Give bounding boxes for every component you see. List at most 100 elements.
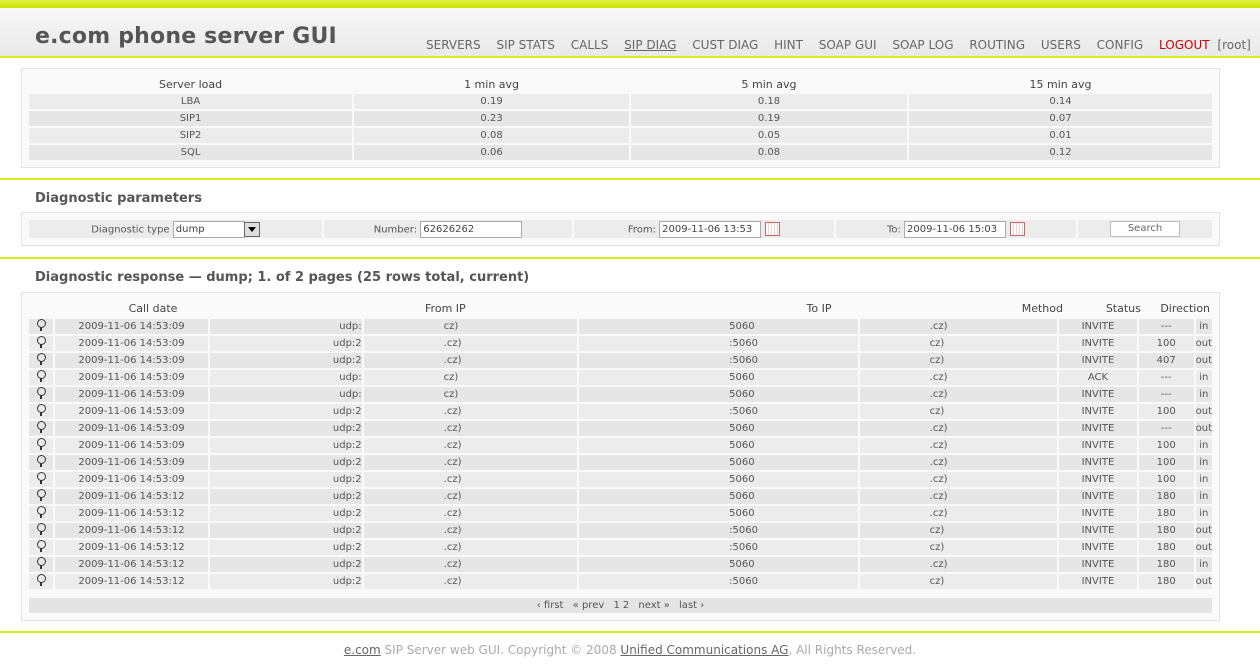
to-ip-port: :5060 <box>579 353 858 368</box>
detail-cell[interactable] <box>29 472 53 487</box>
call-date: 2009-11-06 14:53:09 <box>54 421 209 436</box>
detail-cell[interactable] <box>29 404 53 419</box>
table-row: 2009-11-06 14:53:09 udp:2 .cz) 5060 .cz) INVI… <box>29 472 1212 487</box>
lightbulb-icon[interactable] <box>36 506 46 518</box>
detail-cell[interactable] <box>29 353 53 368</box>
nav-users[interactable]: USERS <box>1041 38 1081 52</box>
status: --- <box>1138 319 1194 334</box>
lightbulb-icon[interactable] <box>36 353 46 365</box>
pager-last[interactable]: last › <box>679 600 704 611</box>
from-ip-prefix: udp:2 <box>210 353 362 368</box>
diag-type-select[interactable]: dump <box>172 220 245 238</box>
lightbulb-icon[interactable] <box>36 574 46 586</box>
nav-soap-log[interactable]: SOAP LOG <box>892 38 953 52</box>
direction: out <box>1195 353 1212 368</box>
col-call-date: Call date <box>128 302 178 315</box>
to-ip-suffix: .cz) <box>859 472 1058 487</box>
table-row: 2009-11-06 14:53:09 udp: cz) 5060 .cz) INVITE… <box>29 387 1212 402</box>
to-ip-port: 5060 <box>579 506 858 521</box>
status: --- <box>1138 421 1194 436</box>
detail-cell[interactable] <box>29 455 53 470</box>
lightbulb-icon[interactable] <box>36 557 46 569</box>
lightbulb-icon[interactable] <box>36 319 46 331</box>
number-input[interactable]: 62626262 <box>420 220 523 238</box>
chevron-down-icon[interactable] <box>243 221 260 237</box>
method: INVITE <box>1059 336 1137 351</box>
nav-hint[interactable]: HINT <box>774 38 803 52</box>
to-date-input[interactable]: 2009-11-06 15:03 <box>904 220 1007 238</box>
detail-cell[interactable] <box>29 438 53 453</box>
nav-soap-gui[interactable]: SOAP GUI <box>819 38 877 52</box>
direction: in <box>1195 387 1212 402</box>
lightbulb-icon[interactable] <box>36 523 46 535</box>
detail-cell[interactable] <box>29 370 53 385</box>
from-ip-suffix: cz) <box>363 387 578 402</box>
detail-cell[interactable] <box>29 421 53 436</box>
nav-sip-stats[interactable]: SIP STATS <box>496 38 554 52</box>
detail-cell[interactable] <box>29 574 53 589</box>
call-date: 2009-11-06 14:53:09 <box>54 438 209 453</box>
from-ip-prefix: udp: <box>210 370 362 385</box>
detail-cell[interactable] <box>29 540 53 555</box>
number-cell: Number: 62626262 <box>324 220 572 238</box>
pager-page-1[interactable]: 1 <box>613 600 619 611</box>
lightbulb-icon[interactable] <box>36 387 46 399</box>
detail-cell[interactable] <box>29 523 53 538</box>
direction: in <box>1195 489 1212 504</box>
to-ip-port: :5060 <box>579 404 858 419</box>
lightbulb-icon[interactable] <box>36 421 46 433</box>
response-title: Diagnostic response — dump; 1. of 2 page… <box>35 270 530 285</box>
nav-routing[interactable]: ROUTING <box>969 38 1025 52</box>
nav-cust-diag[interactable]: CUST DIAG <box>692 38 758 52</box>
nav-calls[interactable]: CALLS <box>571 38 609 52</box>
to-ip-suffix: .cz) <box>859 387 1058 402</box>
detail-cell[interactable] <box>29 336 53 351</box>
lightbulb-icon[interactable] <box>36 404 46 416</box>
footer-brand-link[interactable]: e.com <box>344 643 381 657</box>
calendar-icon[interactable] <box>1010 222 1026 236</box>
nav-servers[interactable]: SERVERS <box>426 38 481 52</box>
method: INVITE <box>1059 455 1137 470</box>
pager-prev[interactable]: « prev <box>573 600 605 611</box>
detail-cell[interactable] <box>29 387 53 402</box>
lightbulb-icon[interactable] <box>36 438 46 450</box>
pager-first[interactable]: ‹ first <box>537 600 564 611</box>
nav-sip-diag[interactable]: SIP DIAG <box>624 38 676 52</box>
detail-cell[interactable] <box>29 557 53 572</box>
col-from-ip: From IP <box>425 302 466 315</box>
table-row: 2009-11-06 14:53:09 udp: cz) 5060 .cz) ACK ---… <box>29 370 1212 385</box>
lightbulb-icon[interactable] <box>36 455 46 467</box>
header: e.com phone server GUI SERVERS SIP STATS… <box>0 8 1260 56</box>
logout-link[interactable]: LOGOUT <box>1159 38 1210 52</box>
table-row: SIP2 0.08 0.05 0.01 <box>29 128 1212 143</box>
section-separator <box>0 178 1260 180</box>
call-date: 2009-11-06 14:53:12 <box>54 489 209 504</box>
pager-page-2[interactable]: 2 <box>623 600 629 611</box>
to-ip-suffix: .cz) <box>859 455 1058 470</box>
method: INVITE <box>1059 387 1137 402</box>
from-ip-suffix: .cz) <box>363 489 578 504</box>
method: INVITE <box>1059 489 1137 504</box>
nav-config[interactable]: CONFIG <box>1097 38 1144 52</box>
footer-company-link[interactable]: Unified Communications AG <box>620 643 788 657</box>
calendar-icon[interactable] <box>765 222 781 236</box>
lightbulb-icon[interactable] <box>36 336 46 348</box>
detail-cell[interactable] <box>29 506 53 521</box>
from-date-input[interactable]: 2009-11-06 13:53 <box>659 220 762 238</box>
search-button[interactable]: Search <box>1110 221 1180 237</box>
pager-next[interactable]: next » <box>638 600 669 611</box>
to-ip-suffix: cz) <box>859 336 1058 351</box>
lightbulb-icon[interactable] <box>36 489 46 501</box>
lightbulb-icon[interactable] <box>36 540 46 552</box>
lightbulb-icon[interactable] <box>36 370 46 382</box>
to-ip-port: 5060 <box>579 387 858 402</box>
direction: in <box>1195 370 1212 385</box>
server-name: SIP1 <box>29 111 353 126</box>
detail-cell[interactable] <box>29 319 53 334</box>
load-15min: 0.01 <box>908 128 1212 143</box>
to-ip-suffix: cz) <box>859 540 1058 555</box>
lightbulb-icon[interactable] <box>36 472 46 484</box>
detail-cell[interactable] <box>29 489 53 504</box>
status: 180 <box>1138 489 1194 504</box>
to-ip-suffix: .cz) <box>859 370 1058 385</box>
